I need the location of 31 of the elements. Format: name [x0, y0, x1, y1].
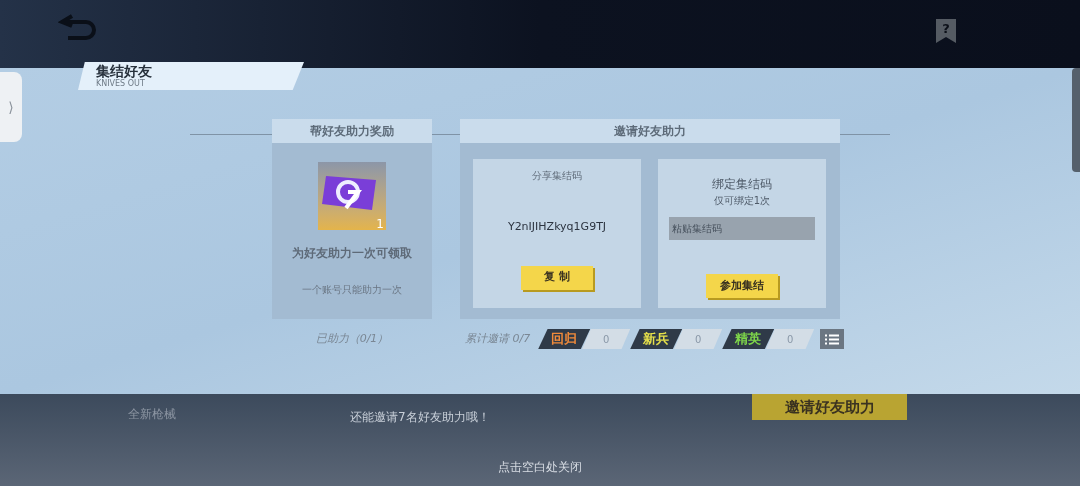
tally-count: 0 — [766, 329, 815, 349]
invite-hint: 还能邀请7名好友助力哦！ — [350, 409, 490, 426]
share-label: 分享集结码 — [532, 169, 582, 183]
reward-description: 为好友助力一次可领取 — [292, 245, 412, 262]
weapon-caption: 全新枪械 — [128, 406, 176, 423]
side-tab[interactable]: ⟩ — [0, 72, 22, 142]
help-icon[interactable]: ? — [936, 19, 956, 43]
panel-header: 邀请好友助力 — [460, 119, 840, 143]
tally-count: 0 — [582, 329, 631, 349]
panel-header: 帮好友助力奖励 — [272, 119, 432, 143]
tally-label: 回归 — [551, 332, 578, 346]
close-hint: 点击空白处关闭 — [497, 459, 583, 476]
code-input-field[interactable]: 粘贴集结码 — [669, 217, 815, 240]
dialog-title: 集结好友 — [96, 63, 153, 80]
scrollbar[interactable] — [1072, 68, 1080, 172]
assist-status: 已助力（0/1） — [314, 330, 390, 347]
tally-label: 新兵 — [643, 332, 670, 346]
join-button[interactable]: 参加集结 — [706, 274, 778, 298]
bind-label: 绑定集结码 — [712, 176, 772, 193]
list-button[interactable] — [820, 329, 845, 349]
item-count: 1 — [376, 218, 384, 230]
back-icon[interactable] — [58, 12, 98, 40]
list-icon — [825, 333, 840, 345]
tally-label: 精英 — [735, 332, 762, 346]
bind-note: 仅可绑定1次 — [713, 194, 771, 208]
dialog-subtitle: KNIVES OUT — [96, 80, 146, 88]
copy-button[interactable]: 复 制 — [521, 265, 593, 290]
invite-button[interactable]: 邀请好友助力 — [752, 394, 907, 420]
invite-total: 累计邀请 0/7 — [465, 330, 531, 347]
share-code: Y2nIJIHZkyq1G9TJ — [507, 219, 607, 235]
tally-count: 0 — [674, 329, 723, 349]
